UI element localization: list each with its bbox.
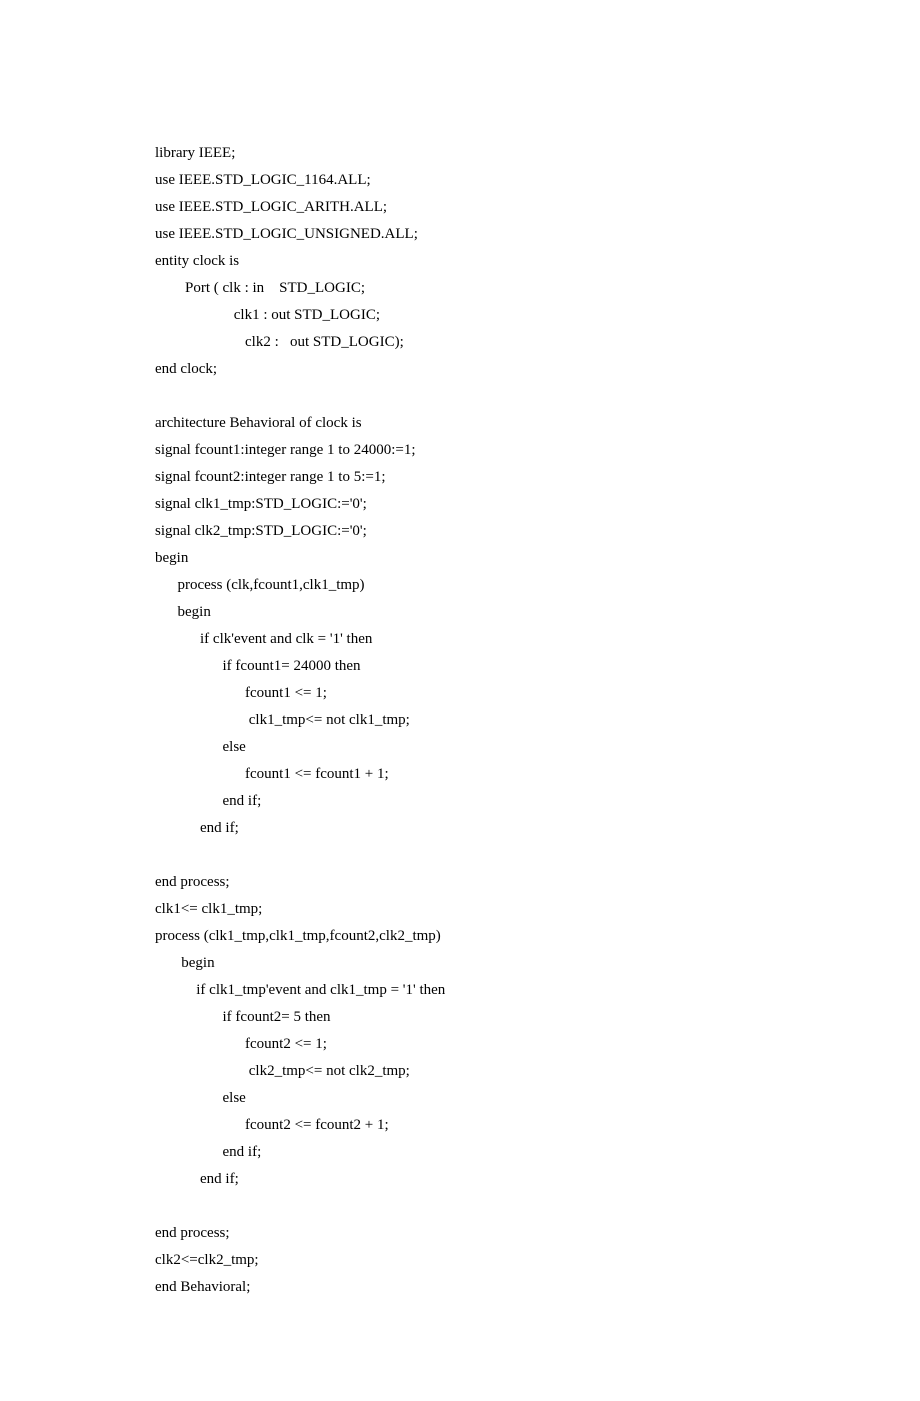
code-line: use IEEE.STD_LOGIC_UNSIGNED.ALL;: [155, 221, 765, 248]
code-line: if clk'event and clk = '1' then: [155, 626, 765, 653]
code-line: fcount1 <= 1;: [155, 680, 765, 707]
code-line: clk2<=clk2_tmp;: [155, 1247, 765, 1274]
code-line: clk1 : out STD_LOGIC;: [155, 302, 765, 329]
code-line: signal fcount2:integer range 1 to 5:=1;: [155, 464, 765, 491]
code-line: else: [155, 734, 765, 761]
code-line: [155, 383, 765, 410]
code-line: end clock;: [155, 356, 765, 383]
code-line: if fcount2= 5 then: [155, 1004, 765, 1031]
code-line: clk2_tmp<= not clk2_tmp;: [155, 1058, 765, 1085]
code-line: end if;: [155, 815, 765, 842]
code-line: else: [155, 1085, 765, 1112]
code-line: clk1_tmp<= not clk1_tmp;: [155, 707, 765, 734]
code-line: if fcount1= 24000 then: [155, 653, 765, 680]
code-line: fcount2 <= fcount2 + 1;: [155, 1112, 765, 1139]
code-line: signal fcount1:integer range 1 to 24000:…: [155, 437, 765, 464]
code-line: end process;: [155, 1220, 765, 1247]
code-line: use IEEE.STD_LOGIC_ARITH.ALL;: [155, 194, 765, 221]
code-line: process (clk,fcount1,clk1_tmp): [155, 572, 765, 599]
code-line: end if;: [155, 1139, 765, 1166]
code-line: begin: [155, 545, 765, 572]
code-line: signal clk1_tmp:STD_LOGIC:='0';: [155, 491, 765, 518]
code-line: end Behavioral;: [155, 1274, 765, 1301]
code-line: architecture Behavioral of clock is: [155, 410, 765, 437]
code-line: end process;: [155, 869, 765, 896]
code-line: end if;: [155, 788, 765, 815]
code-line: use IEEE.STD_LOGIC_1164.ALL;: [155, 167, 765, 194]
code-line: process (clk1_tmp,clk1_tmp,fcount2,clk2_…: [155, 923, 765, 950]
code-line: library IEEE;: [155, 140, 765, 167]
code-line: clk1<= clk1_tmp;: [155, 896, 765, 923]
code-line: Port ( clk : in STD_LOGIC;: [155, 275, 765, 302]
code-line: clk2 : out STD_LOGIC);: [155, 329, 765, 356]
code-line: begin: [155, 599, 765, 626]
code-line: [155, 842, 765, 869]
code-page: library IEEE; use IEEE.STD_LOGIC_1164.AL…: [0, 0, 920, 1401]
code-line: if clk1_tmp'event and clk1_tmp = '1' the…: [155, 977, 765, 1004]
code-line: [155, 1193, 765, 1220]
code-line: fcount2 <= 1;: [155, 1031, 765, 1058]
code-line: entity clock is: [155, 248, 765, 275]
code-line: end if;: [155, 1166, 765, 1193]
code-line: begin: [155, 950, 765, 977]
code-line: signal clk2_tmp:STD_LOGIC:='0';: [155, 518, 765, 545]
code-line: fcount1 <= fcount1 + 1;: [155, 761, 765, 788]
